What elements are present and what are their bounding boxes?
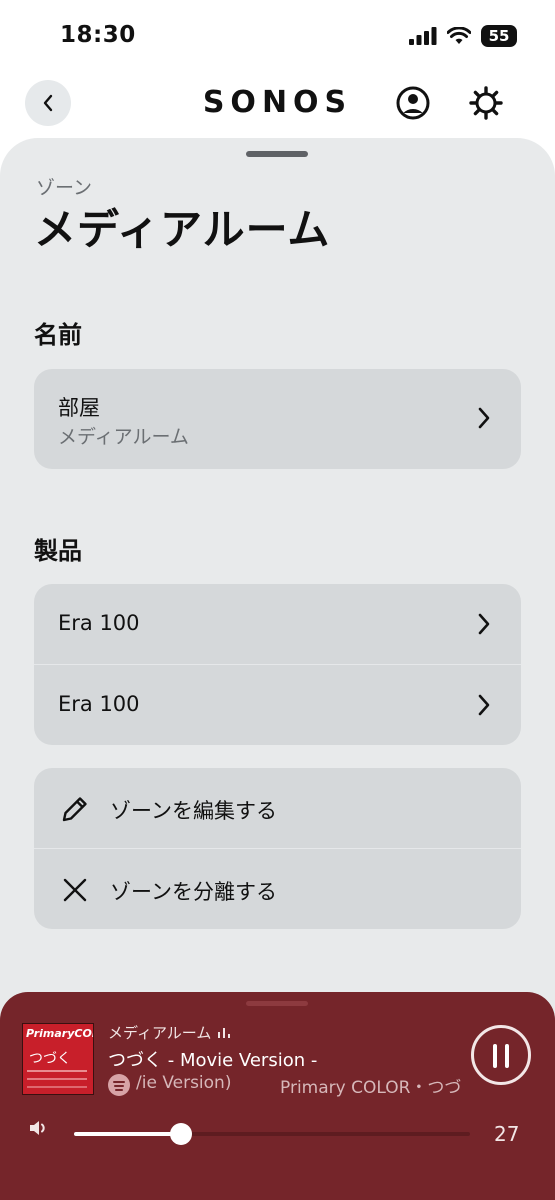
spotify-icon bbox=[108, 1074, 130, 1096]
edit-zone-button[interactable]: ゾーンを編集する bbox=[34, 768, 521, 848]
battery-icon: 55 bbox=[481, 25, 517, 47]
account-button[interactable] bbox=[394, 84, 432, 126]
volume-value: 27 bbox=[494, 1122, 520, 1146]
room-name-row[interactable]: 部屋 メディアルーム bbox=[34, 369, 521, 469]
product-row[interactable]: Era 100 bbox=[34, 584, 521, 664]
product-label: Era 100 bbox=[58, 692, 140, 716]
zone-actions-card: ゾーンを編集する ゾーンを分離する bbox=[34, 768, 521, 929]
now-playing-track: つづく - Movie Version - bbox=[108, 1050, 318, 1071]
status-bar: 18:30 55 bbox=[0, 0, 555, 70]
name-section-label: 名前 bbox=[34, 321, 82, 349]
name-card: 部屋 メディアルーム bbox=[34, 369, 521, 469]
volume-icon bbox=[30, 1121, 45, 1135]
now-playing-bar[interactable]: PrimaryCOLOR つづく メディアルーム つづく - Movie Ver… bbox=[0, 992, 555, 1200]
products-section-label: 製品 bbox=[34, 537, 82, 565]
room-row-value: メディアルーム bbox=[58, 426, 189, 448]
separate-zone-label: ゾーンを分離する bbox=[110, 880, 277, 904]
chevron-right-icon bbox=[478, 613, 490, 635]
product-label: Era 100 bbox=[58, 611, 140, 635]
sheet-grab-handle[interactable] bbox=[246, 151, 308, 157]
wifi-icon bbox=[447, 27, 471, 44]
volume-slider[interactable] bbox=[74, 1123, 470, 1145]
status-icons: 55 bbox=[409, 25, 517, 47]
chevron-right-icon bbox=[478, 694, 490, 716]
now-playing-room: メディアルーム bbox=[108, 1024, 212, 1042]
top-navigation: SONOS bbox=[0, 75, 555, 133]
close-icon bbox=[63, 878, 87, 902]
volume-slider-thumb[interactable] bbox=[169, 1123, 192, 1145]
products-card: Era 100 Era 100 bbox=[34, 584, 521, 745]
account-icon bbox=[396, 86, 430, 120]
cellular-signal-icon bbox=[409, 27, 437, 45]
gear-icon bbox=[469, 86, 503, 120]
chevron-right-icon bbox=[478, 407, 490, 429]
separate-zone-button[interactable]: ゾーンを分離する bbox=[34, 848, 521, 929]
room-row-title: 部屋 bbox=[58, 396, 100, 420]
equalizer-icon bbox=[218, 1028, 230, 1038]
pause-button[interactable] bbox=[471, 1025, 531, 1085]
product-row[interactable]: Era 100 bbox=[34, 664, 521, 745]
now-playing-artist: Primary COLOR・つづ bbox=[280, 1078, 462, 1098]
album-art: PrimaryCOLOR つづく bbox=[22, 1023, 94, 1095]
pencil-icon bbox=[62, 797, 87, 822]
settings-button[interactable] bbox=[467, 84, 505, 126]
album-art-text: PrimaryCOLOR bbox=[26, 1027, 93, 1040]
status-time: 18:30 bbox=[60, 22, 136, 48]
now-playing-details: /ie Version) Primary COLOR・つづ bbox=[108, 1072, 468, 1098]
page-title: メディアルーム bbox=[34, 205, 331, 254]
volume-slider-fill bbox=[74, 1132, 181, 1136]
album-art-text: つづく bbox=[29, 1051, 71, 1067]
player-grab-handle[interactable] bbox=[246, 1001, 308, 1006]
edit-zone-label: ゾーンを編集する bbox=[110, 799, 277, 823]
now-playing-album: /ie Version) bbox=[136, 1073, 232, 1093]
